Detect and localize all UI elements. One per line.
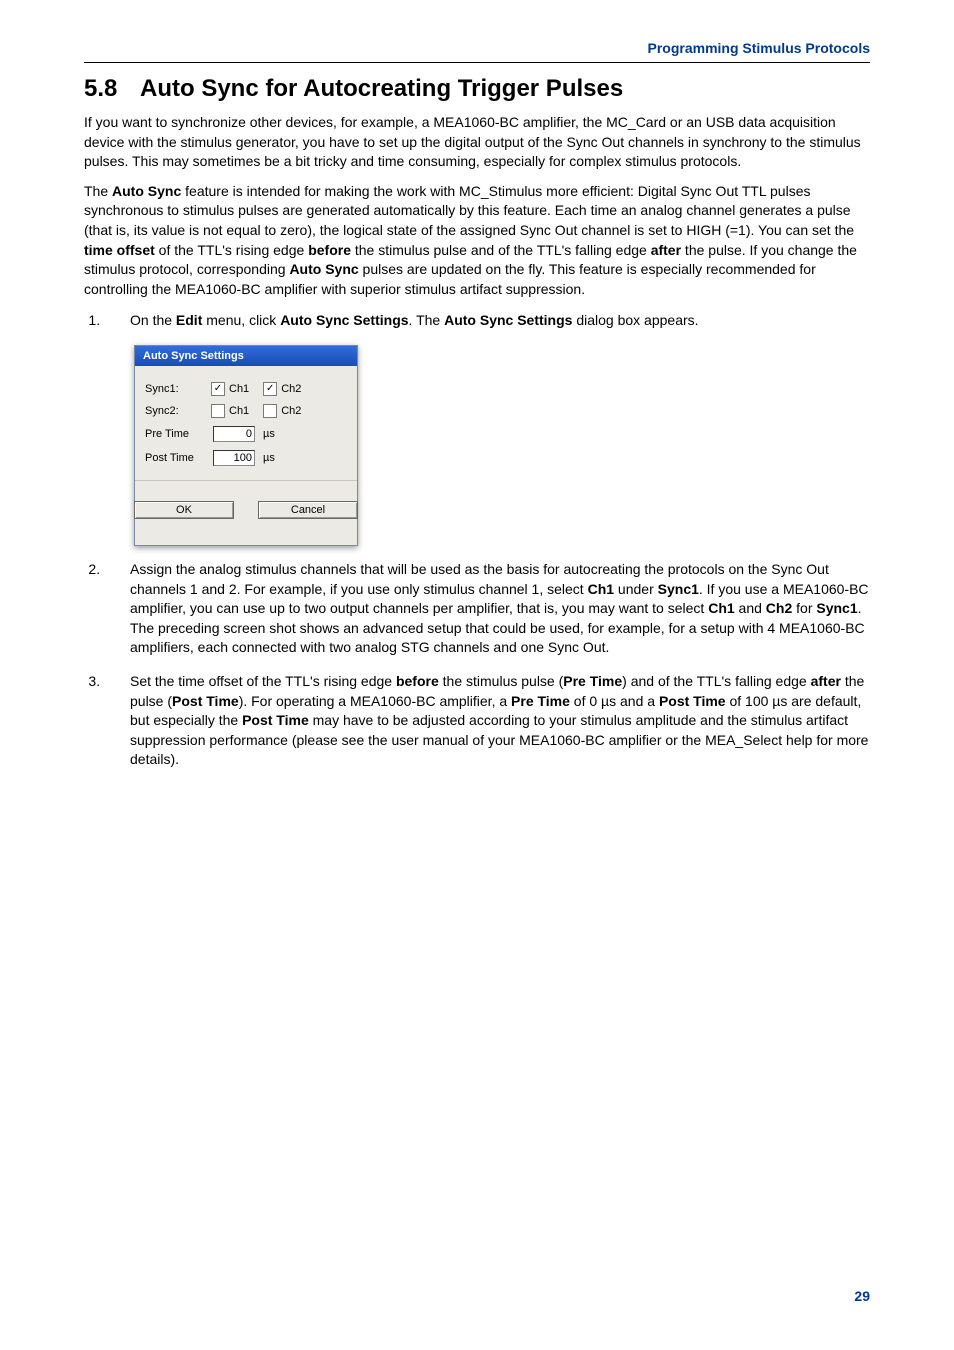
sync1-row: Sync1: ✓ Ch1 ✓ Ch2 — [145, 378, 347, 400]
step-1: On the Edit menu, click Auto Sync Settin… — [104, 311, 870, 331]
auto-sync-settings-dialog: Auto Sync Settings Sync1: ✓ Ch1 ✓ Ch2 Sy… — [134, 345, 358, 546]
post-time-row: Post Time µs — [145, 446, 347, 470]
sync2-ch2-label: Ch2 — [281, 405, 301, 417]
section-heading: 5.8 Auto Sync for Autocreating Trigger P… — [84, 75, 870, 103]
checkbox-icon: ✓ — [211, 382, 225, 396]
pre-time-input[interactable] — [213, 426, 255, 442]
sync2-ch1-checkbox[interactable]: Ch1 — [211, 404, 249, 418]
sync1-label: Sync1: — [145, 383, 197, 395]
checkbox-icon — [263, 404, 277, 418]
post-time-label: Post Time — [145, 452, 205, 464]
section-number: 5.8 — [84, 75, 124, 103]
pre-time-row: Pre Time µs — [145, 422, 347, 446]
step-2: Assign the analog stimulus channels that… — [104, 560, 870, 658]
dialog-titlebar: Auto Sync Settings — [135, 346, 357, 366]
intro-paragraph-1: If you want to synchronize other devices… — [84, 113, 870, 172]
dialog-separator — [135, 480, 357, 481]
sync2-ch2-checkbox[interactable]: Ch2 — [263, 404, 301, 418]
pre-time-label: Pre Time — [145, 428, 205, 440]
sync2-row: Sync2: Ch1 Ch2 — [145, 400, 347, 422]
sync1-ch1-label: Ch1 — [229, 383, 249, 395]
sync1-ch1-checkbox[interactable]: ✓ Ch1 — [211, 382, 249, 396]
sync2-ch1-label: Ch1 — [229, 405, 249, 417]
sync1-ch2-label: Ch2 — [281, 383, 301, 395]
pre-time-unit: µs — [263, 428, 275, 440]
sync2-label: Sync2: — [145, 405, 197, 417]
running-head: Programming Stimulus Protocols — [84, 40, 870, 63]
step-3: Set the time offset of the TTL's rising … — [104, 672, 870, 770]
ok-button[interactable]: OK — [134, 501, 234, 519]
checkbox-icon: ✓ — [263, 382, 277, 396]
intro-paragraph-2: The Auto Sync feature is intended for ma… — [84, 182, 870, 300]
section-title: Auto Sync for Autocreating Trigger Pulse… — [140, 75, 623, 103]
page-number: 29 — [854, 1288, 870, 1304]
sync1-ch2-checkbox[interactable]: ✓ Ch2 — [263, 382, 301, 396]
cancel-button[interactable]: Cancel — [258, 501, 358, 519]
checkbox-icon — [211, 404, 225, 418]
post-time-unit: µs — [263, 452, 275, 464]
post-time-input[interactable] — [213, 450, 255, 466]
